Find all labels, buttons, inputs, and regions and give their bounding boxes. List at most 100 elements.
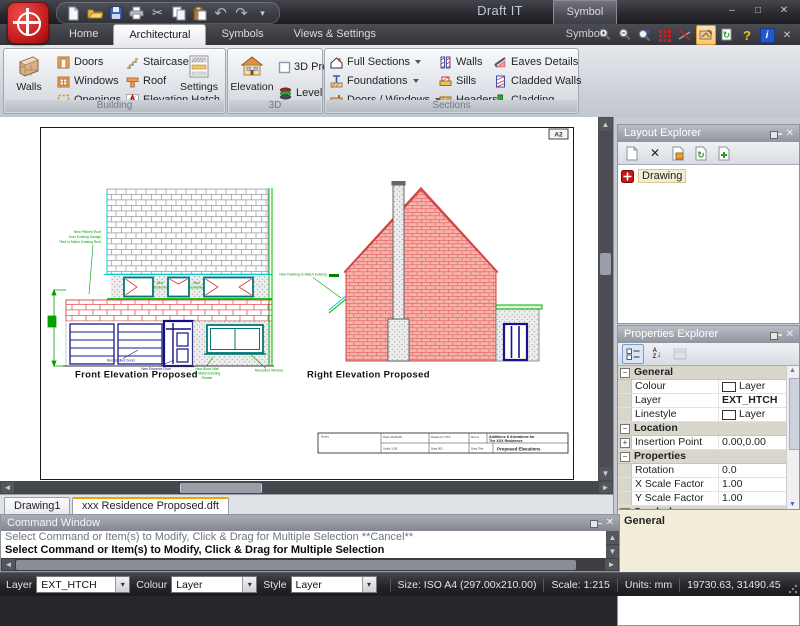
redo-icon[interactable]: ↷ [233,5,250,22]
cut-icon[interactable]: ✂ [149,5,166,22]
sketch-mode-icon[interactable] [696,25,716,45]
application-menu-button[interactable] [7,2,49,44]
layer-combo[interactable]: EXT_HTCH ▾ [36,576,130,593]
zoom-extents-icon[interactable] [636,26,654,44]
cmd-hscroll-thumb[interactable] [16,560,576,570]
scroll-down-icon[interactable]: ▼ [789,501,796,508]
dropdown-caret-icon[interactable]: ▾ [362,577,376,592]
walls-section-button[interactable]: Walls [438,54,482,70]
full-sections-button[interactable]: Full Sections [329,54,421,70]
pin-icon[interactable] [769,128,783,140]
linestyle-swatch[interactable] [722,410,736,420]
copy-icon[interactable] [170,5,187,22]
scroll-right-icon[interactable]: ► [605,559,618,570]
property-grid-scrollbar[interactable]: ▲ ▼ [786,366,799,509]
dropdown-caret-icon[interactable]: ▾ [242,577,256,592]
command-history[interactable]: Select Command or Item(s) to Modify, Cli… [1,531,619,558]
windows-button[interactable]: Windows [56,73,119,89]
hscroll-thumb[interactable] [180,483,262,493]
property-x-scale[interactable]: X Scale Factor1.00 [618,478,799,492]
resize-grip[interactable] [788,584,798,594]
ribbon-close-icon[interactable]: ✕ [778,26,796,44]
property-insertion-point[interactable]: +Insertion Point0.00,0.00 [618,436,799,450]
export-layout-icon[interactable] [668,144,688,162]
maximize-button[interactable]: □ [748,4,768,18]
eaves-details-button[interactable]: Eaves Details [493,54,578,70]
open-folder-icon[interactable] [86,5,103,22]
help-icon[interactable]: ? [738,26,756,44]
colour-swatch[interactable] [722,382,736,392]
level-button[interactable]: Level [278,85,322,101]
close-button[interactable]: ✕ [774,4,794,18]
close-icon[interactable]: ✕ [786,125,794,142]
dropdown-caret-icon[interactable]: ▾ [115,577,129,592]
tab-symbols[interactable]: Symbols [206,24,278,45]
scroll-up-icon[interactable]: ▲ [599,118,612,131]
vscroll-thumb[interactable] [600,253,611,275]
delete-layout-icon[interactable]: ✕ [645,144,665,162]
close-icon[interactable]: ✕ [786,326,794,343]
property-layer[interactable]: LayerEXT_HTCH [618,394,799,408]
layout-item-drawing[interactable]: Drawing [618,165,799,187]
scroll-left-icon[interactable]: ◄ [1,482,14,493]
contextual-tab-symbol[interactable]: Symbol [553,0,617,24]
close-icon[interactable]: ✕ [606,515,614,531]
property-y-scale[interactable]: Y Scale Factor1.00 [618,492,799,506]
undo-icon[interactable]: ↶ [212,5,229,22]
add-layout-icon[interactable] [714,144,734,162]
canvas-vertical-scrollbar[interactable]: ▲ ▼ [598,117,613,481]
ortho-icon[interactable] [676,26,694,44]
refresh-icon[interactable]: ↻ [718,26,736,44]
property-linestyle[interactable]: LinestyleLayer [618,408,799,422]
elevation-button[interactable]: Elevation [229,51,275,102]
pin-icon[interactable] [589,517,603,529]
front-elevation[interactable] [48,188,274,366]
refresh-layout-icon[interactable]: ↻ [691,144,711,162]
scroll-down-icon[interactable]: ▼ [606,545,619,558]
category-location[interactable]: −Location [618,422,799,436]
tab-home[interactable]: Home [54,24,113,45]
doors-button[interactable]: Doors [56,54,103,70]
propscroll-thumb[interactable] [789,378,800,450]
canvas-horizontal-scrollbar[interactable]: ◄ ► [0,481,613,494]
pin-icon[interactable] [769,329,783,341]
minimize-button[interactable]: – [722,4,742,18]
drawing-sheet[interactable]: A2 [40,127,574,480]
grid-icon[interactable] [656,26,674,44]
scroll-down-icon[interactable]: ▼ [599,467,612,480]
command-vertical-scrollbar[interactable]: ▲ ▼ [606,531,619,558]
tab-views-settings[interactable]: Views & Settings [279,24,391,45]
print-icon[interactable] [128,5,145,22]
right-elevation[interactable] [329,181,542,361]
scroll-right-icon[interactable]: ► [599,482,612,493]
drawing-canvas[interactable]: A2 [0,117,598,481]
category-properties[interactable]: −Properties [618,450,799,464]
sort-az-icon[interactable]: AZ ↓ [647,345,667,363]
foundations-button[interactable]: Foundations [329,73,419,89]
property-colour[interactable]: ColourLayer [618,380,799,394]
new-file-icon[interactable] [65,5,82,22]
scroll-up-icon[interactable]: ▲ [789,367,796,374]
cladded-walls-button[interactable]: Cladded Walls [493,73,582,89]
colour-combo[interactable]: Layer ▾ [171,576,257,593]
paste-icon[interactable] [191,5,208,22]
category-general[interactable]: −General [618,366,799,380]
command-horizontal-scrollbar[interactable]: ◄ ► [1,558,619,571]
scroll-left-icon[interactable]: ◄ [2,559,15,570]
doc-tab-drawing1[interactable]: Drawing1 [4,497,70,515]
new-layout-icon[interactable] [622,144,642,162]
scroll-up-icon[interactable]: ▲ [606,531,619,544]
roof-button[interactable]: Roof [125,73,166,89]
property-rotation[interactable]: Rotation0.0 [618,464,799,478]
save-icon[interactable] [107,5,124,22]
info-icon[interactable]: i [758,26,776,44]
settings-button[interactable]: Settings [176,51,222,102]
walls-button[interactable]: Walls [6,51,52,102]
zoom-out-icon[interactable] [616,26,634,44]
qat-more-icon[interactable]: ▾ [254,5,271,22]
tab-architectural[interactable]: Architectural [113,24,206,45]
sills-button[interactable]: Sills [438,73,476,89]
categorized-view-icon[interactable] [622,344,644,364]
zoom-in-icon[interactable] [596,26,614,44]
style-combo[interactable]: Layer ▾ [291,576,377,593]
